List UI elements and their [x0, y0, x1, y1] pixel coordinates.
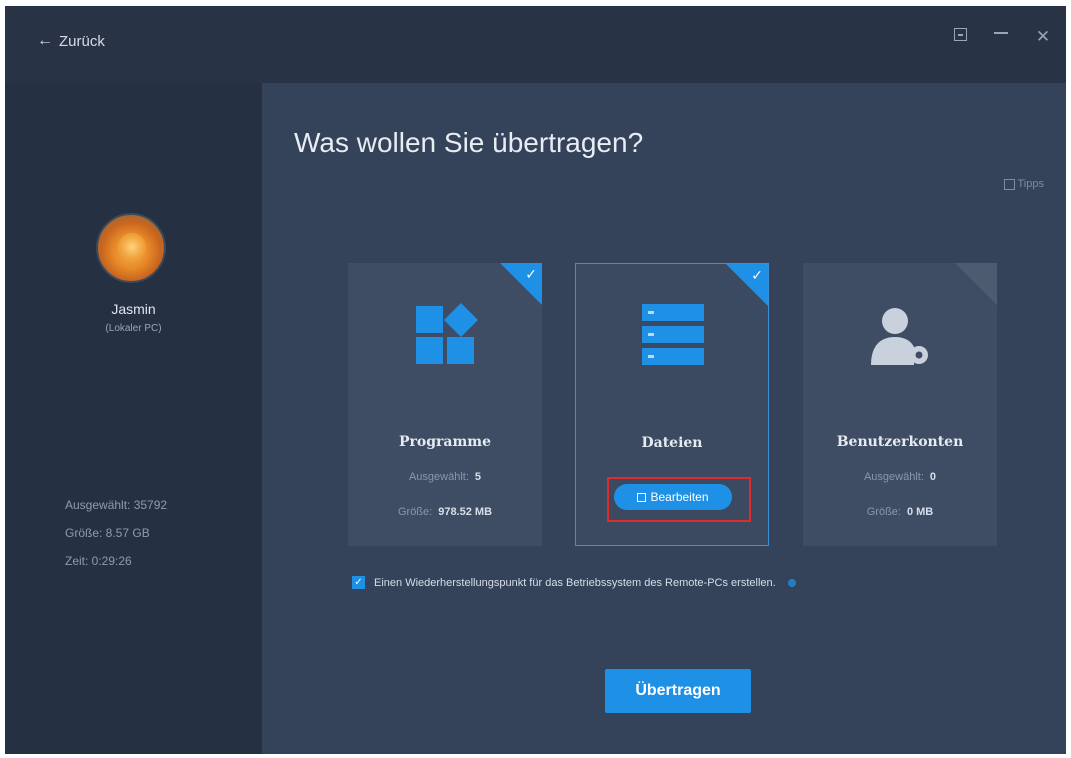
size-value: 0 MB	[906, 506, 934, 518]
back-button[interactable]: ← Zurück	[37, 32, 105, 50]
selected-value: 0	[929, 471, 937, 483]
avatar	[96, 213, 166, 283]
app-window: ← Zurück ✕ Jasmin (Lokaler PC) Ausgewähl…	[5, 6, 1066, 754]
user-name: Jasmin	[111, 301, 156, 317]
restore-icon[interactable]	[954, 28, 972, 46]
card-title: Dateien	[641, 435, 703, 451]
close-icon[interactable]: ✕	[1034, 28, 1052, 46]
restore-point-option: ✓ Einen Wiederherstellungspunkt für das …	[352, 576, 796, 589]
check-icon: ✓	[525, 266, 537, 282]
card-files[interactable]: ✓ Dateien Bearbeiten	[575, 263, 769, 546]
tips-icon	[1003, 178, 1015, 190]
card-accounts[interactable]: Benutzerkonten Ausgewählt: 0 Größe: 0 MB	[803, 263, 997, 546]
info-icon[interactable]	[787, 578, 796, 587]
size-value: 978.52 MB	[438, 506, 493, 518]
page-title: Was wollen Sie übertragen?	[294, 127, 644, 158]
card-selected-count: Ausgewählt: 5	[348, 471, 542, 483]
size-label: Größe:	[397, 506, 433, 518]
size-label: Größe:	[866, 506, 901, 518]
card-title: Programme	[398, 434, 491, 450]
selected-label: Ausgewählt:	[408, 471, 469, 483]
card-unselected-corner	[955, 263, 997, 305]
arrow-left-icon: ←	[37, 32, 53, 49]
tips-label: Tipps	[1017, 178, 1045, 190]
transfer-stats: Ausgewählt: 35792 Größe: 8.57 GB Zeit: 0…	[65, 491, 167, 575]
card-selected-count: Ausgewählt: 0	[803, 471, 997, 483]
title-bar: ← Zurück ✕	[5, 6, 1066, 83]
card-programs[interactable]: ✓ Programme Ausgewählt: 5 Größe: 978.52 MB	[348, 263, 542, 546]
card-size: Größe: 0 MB	[803, 506, 997, 518]
edit-icon	[637, 492, 647, 502]
back-label: Zurück	[59, 32, 105, 50]
minimize-icon[interactable]	[994, 28, 1012, 46]
card-title: Benutzerkonten	[836, 434, 964, 450]
transfer-button[interactable]: Übertragen	[605, 669, 751, 713]
user-settings-icon	[871, 308, 928, 365]
selected-value: 5	[474, 471, 482, 483]
check-icon: ✓	[751, 267, 763, 283]
sidebar: Jasmin (Lokaler PC) Ausgewählt: 35792 Gr…	[5, 83, 262, 754]
apps-icon	[416, 303, 478, 364]
restore-point-label[interactable]: Einen Wiederherstellungspunkt für das Be…	[374, 577, 776, 589]
user-location: (Lokaler PC)	[105, 323, 162, 334]
edit-button[interactable]: Bearbeiten	[614, 484, 732, 510]
selected-label: Ausgewählt:	[863, 471, 924, 483]
stat-time: Zeit: 0:29:26	[65, 554, 132, 568]
files-icon	[642, 304, 704, 366]
stat-size: Größe: 8.57 GB	[65, 526, 150, 540]
card-size: Größe: 978.52 MB	[348, 506, 542, 518]
window-controls: ✕	[954, 28, 1052, 46]
stat-selected: Ausgewählt: 35792	[65, 498, 168, 512]
main-panel: Was wollen Sie übertragen? Tipps ✓ Progr…	[262, 83, 1066, 754]
tips-link[interactable]: Tipps	[1003, 178, 1045, 190]
edit-label: Bearbeiten	[650, 490, 709, 504]
restore-point-checkbox[interactable]: ✓	[352, 576, 365, 589]
